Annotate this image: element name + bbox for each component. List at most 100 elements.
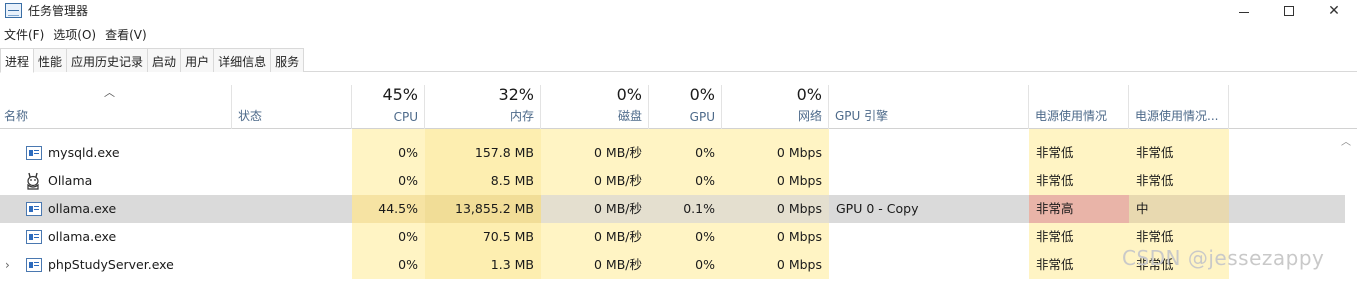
close-button[interactable]: ✕	[1311, 0, 1357, 22]
cpu-total-percent: 45%	[382, 85, 418, 104]
tab-performance[interactable]: 性能	[33, 48, 68, 72]
col-header-disk-label: 磁盘	[617, 109, 642, 123]
tab-users[interactable]: 用户	[180, 48, 215, 72]
col-header-disk[interactable]: 0% 磁盘	[541, 85, 649, 129]
tab-services[interactable]: 服务	[270, 48, 305, 72]
tab-app-history[interactable]: 应用历史记录	[66, 48, 149, 72]
col-header-name-label: 名称	[4, 109, 29, 123]
col-header-gpu[interactable]: 0% GPU	[649, 85, 722, 129]
cpu-cell: 0%	[352, 139, 425, 167]
app-window-icon	[26, 258, 42, 272]
title-bar: 任务管理器 ✕	[0, 0, 1357, 22]
gpu-cell: 0.1%	[649, 195, 722, 223]
disk-cell: 0 MB/秒	[541, 223, 649, 251]
col-header-gpu-engine[interactable]: GPU 引擎	[829, 85, 1029, 129]
table-row[interactable]: mysqld.exe 0% 157.8 MB 0 MB/秒 0% 0 Mbps …	[0, 139, 1345, 167]
watermark: CSDN @jessezappy	[1122, 246, 1325, 270]
tab-details[interactable]: 详细信息	[213, 48, 272, 72]
col-header-power-trend-label: 电源使用情况...	[1135, 109, 1219, 123]
column-header-row: ︿ 名称 状态 45% CPU 32% 内存 0% 磁盘 0% GPU 0% 网…	[0, 85, 1357, 129]
disk-cell: 0 MB/秒	[541, 195, 649, 223]
memory-cell: 70.5 MB	[425, 223, 541, 251]
col-header-power-label: 电源使用情况	[1035, 109, 1108, 123]
menu-file[interactable]: 文件(F)	[0, 24, 49, 44]
menu-bar: 文件(F) 选项(O) 查看(V)	[0, 24, 152, 44]
network-cell: 0 Mbps	[722, 251, 829, 279]
window-title: 任务管理器	[28, 4, 89, 18]
memory-cell: 1.3 MB	[425, 251, 541, 279]
memory-cell: 13,855.2 MB	[425, 195, 541, 223]
chevron-right-icon[interactable]: ›	[5, 251, 10, 279]
col-header-network[interactable]: 0% 网络	[722, 85, 829, 129]
gpu-engine-cell	[829, 139, 1029, 167]
power-trend-cell: 非常低	[1129, 139, 1229, 167]
maximize-icon	[1284, 6, 1294, 16]
process-name: mysqld.exe	[48, 145, 120, 160]
table-row-selected[interactable]: ollama.exe 44.5% 13,855.2 MB 0 MB/秒 0.1%…	[0, 195, 1345, 223]
cpu-cell: 0%	[352, 223, 425, 251]
tab-startup[interactable]: 启动	[147, 48, 182, 72]
power-cell: 非常低	[1029, 167, 1129, 195]
process-name: Ollama	[48, 173, 93, 188]
cpu-cell: 0%	[352, 251, 425, 279]
gpu-cell: 0%	[649, 251, 722, 279]
network-cell: 0 Mbps	[722, 139, 829, 167]
memory-total-percent: 32%	[498, 85, 534, 104]
col-header-memory-label: 内存	[509, 109, 534, 123]
menu-options[interactable]: 选项(O)	[49, 24, 101, 44]
network-cell: 0 Mbps	[722, 223, 829, 251]
memory-cell: 157.8 MB	[425, 139, 541, 167]
col-header-power[interactable]: 电源使用情况	[1029, 85, 1129, 129]
task-manager-icon	[5, 3, 22, 18]
disk-cell: 0 MB/秒	[541, 167, 649, 195]
menu-view[interactable]: 查看(V)	[101, 24, 152, 44]
col-header-name[interactable]: ︿ 名称	[0, 85, 232, 129]
memory-cell: 8.5 MB	[425, 167, 541, 195]
app-window-icon	[26, 202, 42, 216]
network-cell: 0 Mbps	[722, 167, 829, 195]
gpu-total-percent: 0%	[689, 85, 715, 104]
power-trend-cell: 中	[1129, 195, 1229, 223]
gpu-cell: 0%	[649, 223, 722, 251]
app-window-icon	[26, 230, 42, 244]
power-trend-cell: 非常低	[1129, 167, 1229, 195]
col-header-memory[interactable]: 32% 内存	[425, 85, 541, 129]
disk-cell: 0 MB/秒	[541, 251, 649, 279]
gpu-engine-cell	[829, 223, 1029, 251]
network-cell: 0 Mbps	[722, 195, 829, 223]
llama-icon	[27, 172, 39, 190]
power-cell: 非常低	[1029, 251, 1129, 279]
col-header-status[interactable]: 状态	[232, 85, 352, 129]
app-window-icon	[26, 146, 42, 160]
power-cell: 非常低	[1029, 223, 1129, 251]
gpu-engine-cell	[829, 251, 1029, 279]
power-cell: 非常低	[1029, 139, 1129, 167]
gpu-engine-cell: GPU 0 - Copy	[836, 201, 919, 216]
col-header-power-trend[interactable]: 电源使用情况...	[1129, 85, 1229, 129]
tab-processes[interactable]: 进程	[0, 48, 35, 73]
table-row[interactable]: Ollama 0% 8.5 MB 0 MB/秒 0% 0 Mbps 非常低 非常…	[0, 167, 1345, 195]
col-header-cpu[interactable]: 45% CPU	[352, 85, 425, 129]
col-header-network-label: 网络	[797, 109, 822, 123]
process-name: phpStudyServer.exe	[48, 257, 174, 272]
cpu-cell: 0%	[352, 167, 425, 195]
process-name: ollama.exe	[48, 229, 117, 244]
process-name: ollama.exe	[48, 201, 117, 216]
close-icon: ✕	[1328, 3, 1340, 19]
network-total-percent: 0%	[796, 85, 822, 104]
col-header-status-label: 状态	[238, 109, 263, 123]
sort-up-icon: ︿	[104, 86, 115, 99]
col-header-gpu-label: GPU	[689, 110, 715, 124]
gpu-cell: 0%	[649, 167, 722, 195]
minimize-button[interactable]	[1221, 0, 1267, 22]
maximize-button[interactable]	[1266, 0, 1312, 22]
col-header-cpu-label: CPU	[393, 110, 418, 124]
gpu-cell: 0%	[649, 139, 722, 167]
scroll-up-icon[interactable]: ︿	[1340, 133, 1352, 148]
col-header-gpu-engine-label: GPU 引擎	[835, 109, 889, 123]
disk-cell: 0 MB/秒	[541, 139, 649, 167]
gpu-engine-cell	[829, 167, 1029, 195]
disk-total-percent: 0%	[616, 85, 642, 104]
power-cell: 非常高	[1029, 195, 1129, 223]
cpu-cell: 44.5%	[352, 195, 425, 223]
